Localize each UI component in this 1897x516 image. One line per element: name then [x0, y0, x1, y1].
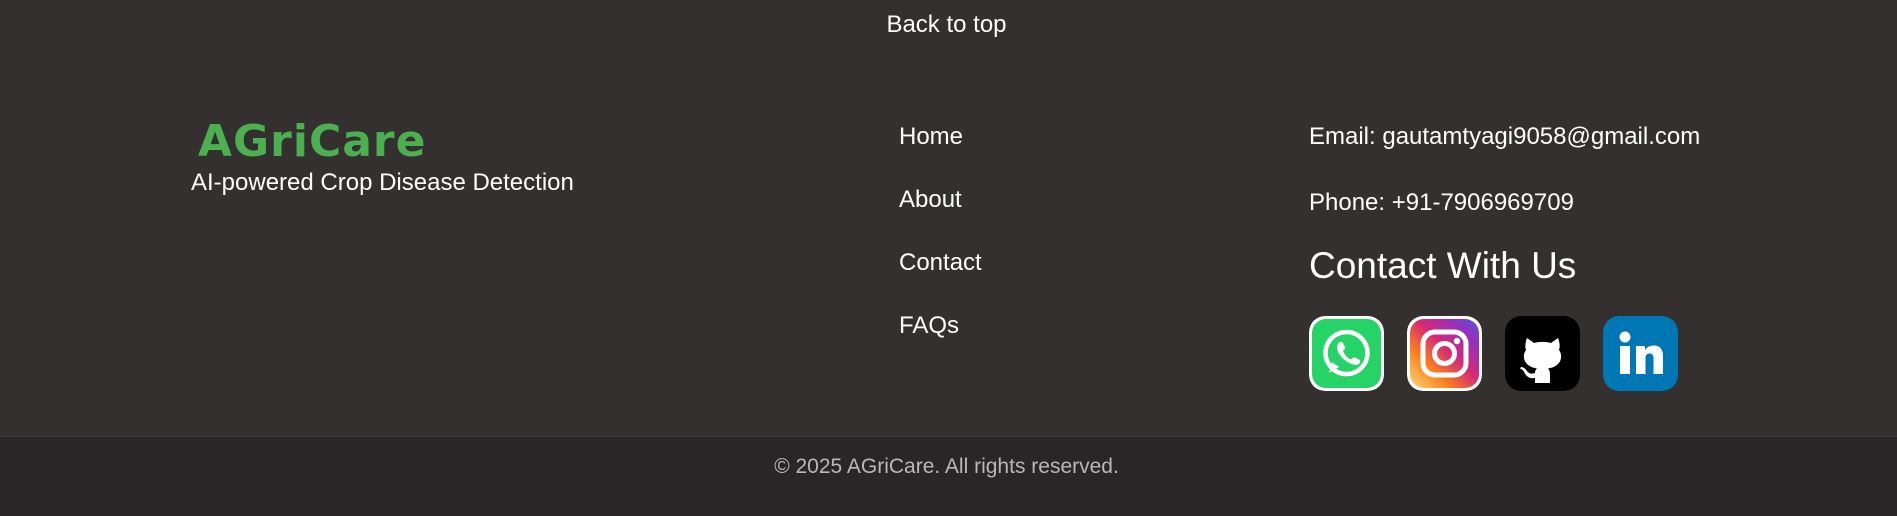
footer-nav-home[interactable]: Home — [899, 122, 982, 185]
footer-nav-faqs[interactable]: FAQs — [899, 311, 982, 374]
instagram-link[interactable] — [1407, 316, 1482, 391]
social-links — [1309, 316, 1678, 391]
copyright-text: © 2025 AGriCare. All rights reserved. — [774, 455, 1119, 478]
instagram-icon — [1407, 316, 1482, 391]
back-to-top-link[interactable]: Back to top — [0, 10, 1893, 40]
linkedin-icon — [1603, 316, 1678, 391]
footer-nav-about[interactable]: About — [899, 185, 982, 248]
footer-nav-contact[interactable]: Contact — [899, 248, 982, 311]
whatsapp-link[interactable] — [1309, 316, 1384, 391]
brand-logo[interactable]: AGriCare — [198, 116, 426, 168]
contact-phone[interactable]: Phone: +91-7906969709 — [1309, 188, 1574, 218]
github-link[interactable] — [1505, 316, 1580, 391]
site-footer: Back to top AGriCare AI-powered Crop Dis… — [0, 0, 1897, 516]
linkedin-link[interactable] — [1603, 316, 1678, 391]
brand-tagline: AI-powered Crop Disease Detection — [191, 169, 574, 196]
contact-email[interactable]: Email: gautamtyagi9058@gmail.com — [1309, 122, 1700, 152]
github-icon — [1505, 316, 1580, 391]
footer-nav: Home About Contact FAQs — [899, 122, 982, 374]
contact-heading: Contact With Us — [1309, 245, 1577, 286]
whatsapp-icon — [1309, 316, 1384, 391]
